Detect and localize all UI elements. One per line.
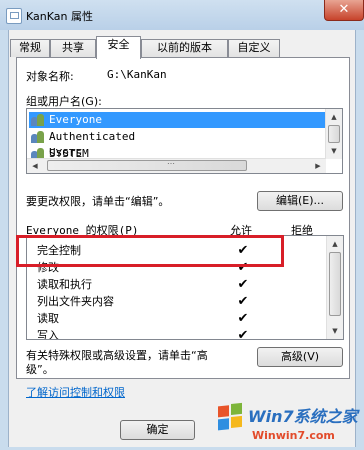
scroll-up-icon[interactable]: ▲ — [326, 109, 342, 125]
allow-check-icon: ✔ — [237, 328, 249, 340]
groups-vertical-scrollbar[interactable]: ▲ ▼ — [325, 109, 342, 159]
tab-security[interactable]: 安全 — [96, 36, 141, 59]
advanced-button[interactable]: 高级(V) — [257, 347, 343, 367]
perm-read: 读取 — [37, 312, 59, 325]
scroll-thumb[interactable] — [329, 252, 341, 316]
folder-properties-icon — [6, 8, 22, 24]
scroll-right-icon[interactable]: ▶ — [310, 158, 326, 173]
groups-label: 组或用户名(G): — [26, 95, 102, 108]
ok-button[interactable]: 确定 — [120, 420, 195, 440]
watermark-text: Win7系统之家 — [248, 407, 358, 426]
perm-read-execute: 读取和执行 — [37, 278, 92, 291]
scroll-thumb-horizontal[interactable] — [47, 160, 247, 171]
tab-strip: 常规 共享 安全 以前的版本 自定义 — [8, 36, 356, 59]
object-name-value: G:\KanKan — [107, 68, 167, 81]
advanced-instruction-cont: 级”。 — [26, 363, 54, 376]
users-icon — [31, 114, 45, 126]
permissions-scrollbar[interactable]: ▲ ▼ — [326, 236, 343, 339]
groups-listbox[interactable]: Everyone Authenticated Users SYSTEM ▲ ▼ … — [26, 108, 343, 174]
perm-list-folder: 列出文件夹内容 — [37, 295, 114, 308]
allow-check-icon: ✔ — [237, 294, 249, 309]
perm-write: 写入 — [37, 329, 59, 340]
watermark-logo: Win7系统之家 Winwin7.com — [212, 397, 364, 447]
watermark-url: Winwin7.com — [252, 429, 335, 442]
list-item-everyone[interactable]: Everyone — [29, 112, 326, 128]
users-icon — [31, 131, 45, 143]
scroll-down-icon[interactable]: ▼ — [326, 143, 342, 159]
scroll-up-icon[interactable]: ▲ — [327, 236, 343, 252]
tab-sharing[interactable]: 共享 — [50, 39, 96, 57]
tab-general[interactable]: 常规 — [10, 39, 50, 57]
scroll-thumb[interactable] — [328, 125, 340, 143]
allow-check-icon: ✔ — [237, 311, 249, 326]
title-bar: KanKan 属性 — [0, 0, 364, 30]
allow-check-icon: ✔ — [237, 277, 249, 292]
window-title: KanKan 属性 — [26, 10, 93, 23]
object-name-label: 对象名称: — [26, 70, 74, 83]
edit-button[interactable]: 编辑(E)... — [257, 191, 343, 211]
scroll-grip-icon: … — [167, 157, 175, 166]
scroll-left-icon[interactable]: ◀ — [27, 158, 43, 173]
close-button[interactable]: ✕ — [324, 0, 364, 21]
tab-customize[interactable]: 自定义 — [228, 39, 280, 57]
scroll-down-icon[interactable]: ▼ — [327, 323, 343, 339]
groups-horizontal-scrollbar[interactable]: ◀ … ▶ — [27, 157, 326, 173]
tab-previous-versions[interactable]: 以前的版本 — [141, 39, 228, 57]
edit-instruction: 要更改权限，请单击“编辑”。 — [26, 195, 170, 208]
learn-access-control-link[interactable]: 了解访问控制和权限 — [26, 384, 125, 400]
full-control-highlight — [16, 235, 284, 267]
